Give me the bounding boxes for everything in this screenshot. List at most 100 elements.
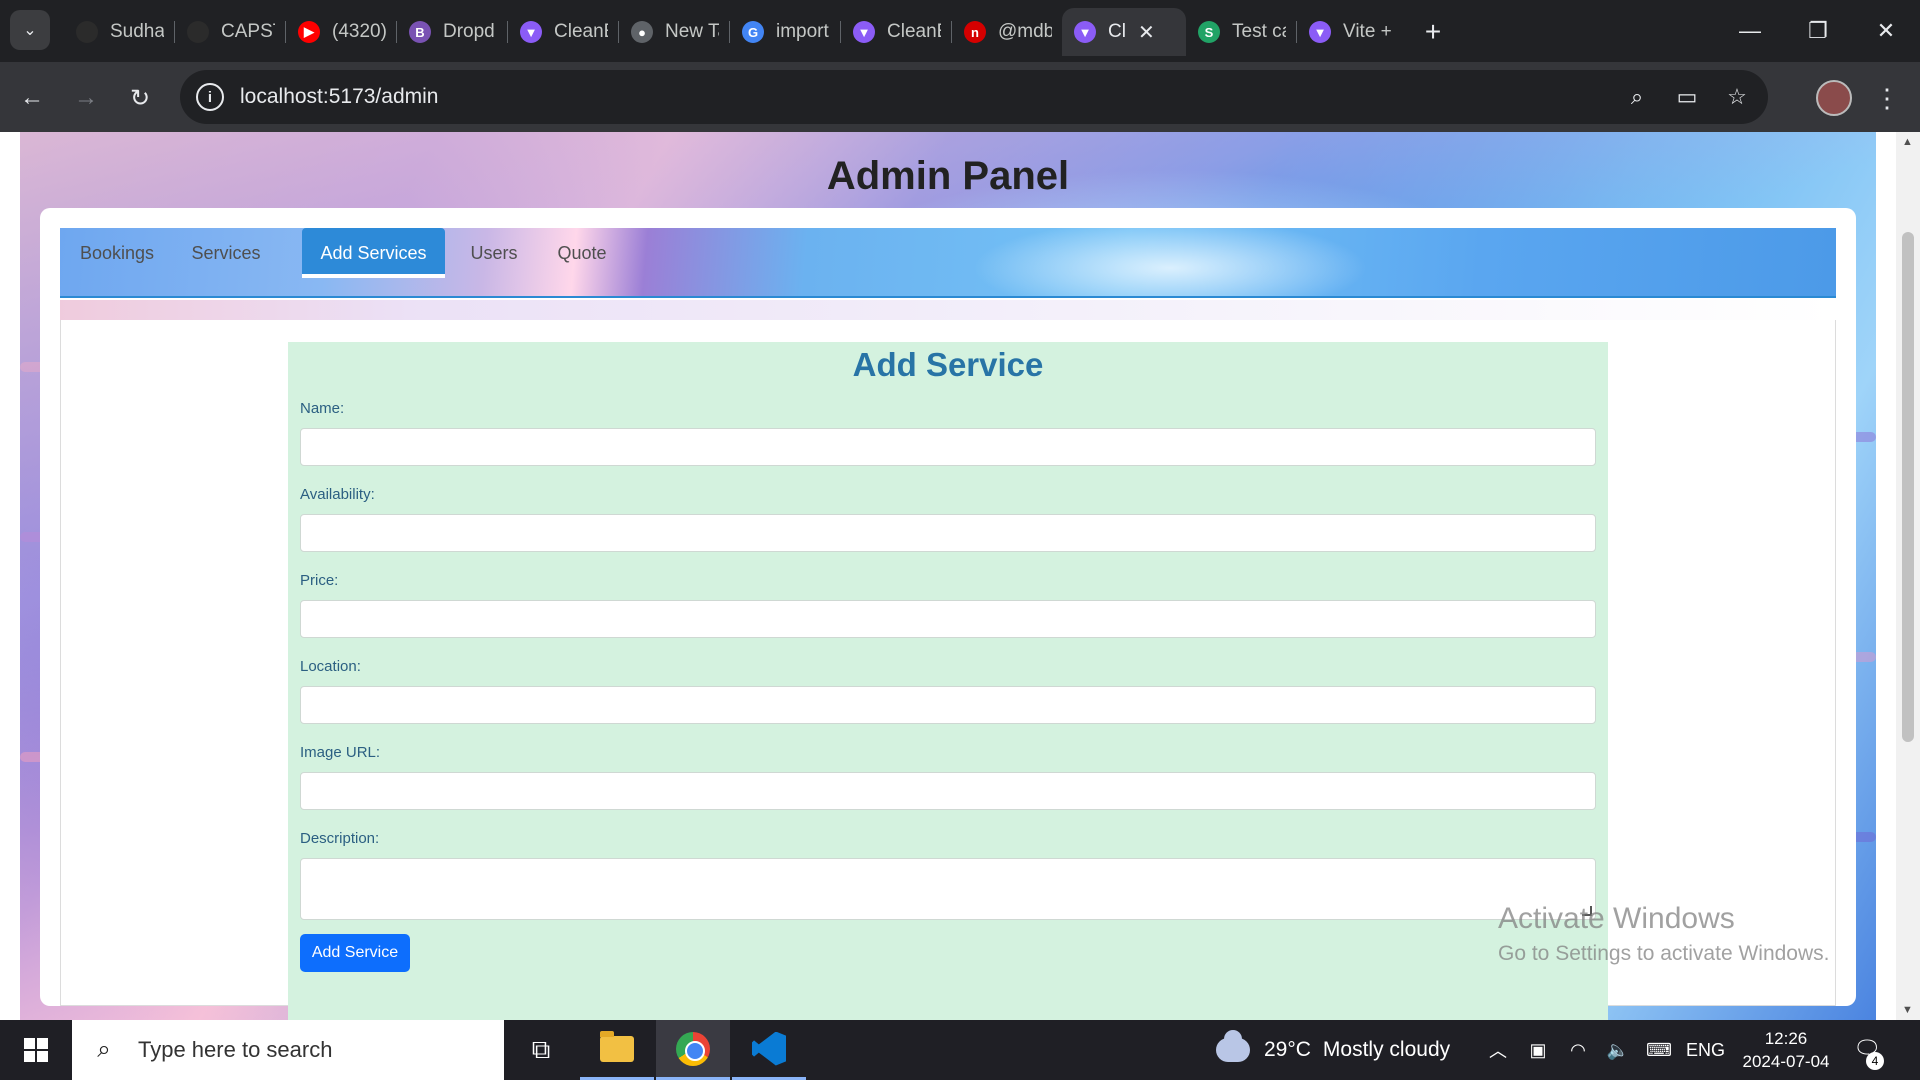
page-viewport: Admin Panel Bookings Services Add Servic…	[0, 132, 1896, 1020]
tab-title: CAPST	[221, 21, 275, 42]
tab-title: Test ca	[1232, 21, 1286, 42]
tab-title: CleanE	[887, 21, 941, 42]
page-scrollbar[interactable]: ▲ ▼	[1896, 132, 1920, 1020]
browser-tab[interactable]: ▼ CleanE	[508, 8, 618, 56]
address-url[interactable]: localhost:5173/admin	[240, 85, 438, 109]
browser-tab[interactable]: Gimport	[730, 8, 840, 56]
tab-title: import	[776, 21, 829, 42]
browser-tab[interactable]: ▼ Cl ✕	[1062, 8, 1186, 56]
site-info-icon[interactable]: i	[196, 83, 224, 111]
notification-count-badge: 4	[1866, 1052, 1884, 1070]
language-indicator[interactable]: ENG	[1686, 1040, 1725, 1061]
description-textarea[interactable]	[300, 858, 1596, 920]
description-label: Description:	[300, 830, 380, 847]
address-bar[interactable]: i localhost:5173/admin ⌕ ▭ ☆	[180, 70, 1768, 124]
tab-strip-shadow	[60, 300, 1836, 320]
task-view-button[interactable]: ⧉	[504, 1020, 578, 1080]
chrome-taskbar-button[interactable]	[656, 1020, 730, 1080]
tab-title: (4320)	[332, 21, 386, 42]
taskbar-search-placeholder: Type here to search	[138, 1037, 333, 1062]
vite-icon: ▼	[853, 21, 875, 43]
close-window-button[interactable]: ✕	[1852, 0, 1920, 62]
google-icon: G	[742, 21, 764, 43]
browser-tab[interactable]: ▼ Vite +	[1297, 8, 1403, 56]
tab-services[interactable]: Services	[174, 228, 278, 296]
tab-title: Sudha	[110, 21, 164, 42]
payment-card-icon[interactable]: ▭	[1670, 80, 1704, 114]
tab-title: @mdb	[998, 21, 1052, 42]
back-button[interactable]: ←	[12, 78, 52, 118]
new-tab-button[interactable]: +	[1413, 12, 1453, 52]
tab-bookings[interactable]: Bookings	[60, 228, 174, 296]
browser-tab[interactable]: S Test ca	[1186, 8, 1296, 56]
vite-icon: ▼	[520, 21, 542, 43]
price-input[interactable]	[300, 600, 1596, 638]
close-tab-icon[interactable]: ✕	[1138, 20, 1155, 45]
tab-quote[interactable]: Quote	[537, 228, 627, 296]
minimize-button[interactable]: —	[1716, 0, 1784, 62]
volume-icon[interactable]: 🔈	[1606, 1040, 1630, 1061]
weather-temperature: 29°C	[1264, 1038, 1311, 1061]
tab-add-services[interactable]: Add Services	[302, 228, 445, 278]
mdb-icon: n	[964, 21, 986, 43]
browser-tab[interactable]: ● New Ta	[619, 8, 729, 56]
youtube-icon: ▶	[298, 21, 320, 43]
tab-strip: Sudha CAPST ▶ (4320) B Dropd ▼ CleanE ● New Ta Gim…	[64, 8, 1453, 56]
scroll-thumb[interactable]	[1902, 232, 1914, 742]
name-label: Name:	[300, 400, 345, 417]
show-hidden-icons-icon[interactable]: ︿	[1486, 1037, 1510, 1063]
browser-tab[interactable]: CAPST	[175, 8, 285, 56]
windows-logo-icon	[24, 1038, 48, 1062]
tab-search-button[interactable]: ⌄	[10, 10, 50, 50]
form-heading: Add Service	[852, 346, 1044, 383]
browser-tab[interactable]: B Dropd	[397, 8, 507, 56]
availability-input[interactable]	[300, 514, 1596, 552]
name-input[interactable]	[300, 428, 1596, 466]
wifi-icon[interactable]: ◠	[1566, 1040, 1590, 1061]
keyboard-icon[interactable]: ⌨	[1646, 1040, 1672, 1061]
vite-icon: ▼	[1074, 21, 1096, 43]
cloud-icon	[1216, 1030, 1250, 1062]
scroll-down-arrow-icon[interactable]: ▼	[1902, 1004, 1913, 1016]
task-view-icon: ⧉	[531, 1034, 551, 1064]
browser-tab[interactable]: ▶ (4320)	[286, 8, 396, 56]
taskbar-search-box[interactable]: ⌕ Type here to search	[72, 1020, 504, 1080]
back-arrow-icon: ←	[20, 84, 44, 111]
taskbar-clock[interactable]: 12:26 2024-07-04	[1736, 1027, 1836, 1073]
bootstrap-icon: B	[409, 21, 431, 43]
browser-tab[interactable]: Sudha	[64, 8, 174, 56]
bookmark-star-icon[interactable]: ☆	[1720, 80, 1754, 114]
location-input[interactable]	[300, 686, 1596, 724]
vscode-taskbar-button[interactable]	[732, 1020, 806, 1080]
image-url-input[interactable]	[300, 772, 1596, 810]
vite-icon: ▼	[1309, 21, 1331, 43]
battery-icon[interactable]: ▣	[1526, 1040, 1550, 1061]
browser-toolbar: ← → ↻ i localhost:5173/admin ⌕ ▭ ☆ ⋮	[0, 62, 1920, 132]
price-label: Price:	[300, 572, 339, 589]
browser-tab[interactable]: ▼ CleanE	[841, 8, 951, 56]
weather-widget[interactable]: 29°C Mostly cloudy	[1216, 1020, 1450, 1080]
forward-button[interactable]: →	[66, 78, 106, 118]
profile-avatar[interactable]	[1816, 80, 1852, 116]
browser-tab[interactable]: n @mdb	[952, 8, 1062, 56]
clock-time: 12:26	[1764, 1029, 1808, 1048]
restore-button[interactable]: ❐	[1784, 0, 1852, 62]
browser-tab-bar: ⌄ Sudha CAPST ▶ (4320) B Dropd ▼ CleanE ● New Ta G…	[0, 0, 1920, 62]
file-explorer-button[interactable]	[580, 1020, 654, 1080]
browser-menu-icon[interactable]: ⋮	[1872, 78, 1902, 118]
github-icon	[187, 21, 209, 43]
watermark-title: Activate Windows	[1498, 902, 1735, 935]
sheets-icon: S	[1198, 21, 1220, 43]
tab-title: New Ta	[665, 21, 719, 42]
scroll-up-arrow-icon[interactable]: ▲	[1902, 136, 1913, 148]
page-title: Admin Panel	[826, 154, 1070, 198]
start-button[interactable]	[0, 1020, 72, 1080]
weather-condition: Mostly cloudy	[1322, 1038, 1451, 1061]
zoom-icon[interactable]: ⌕	[1620, 80, 1654, 114]
windows-taskbar: ⌕ Type here to search ⧉ 29°C Mostly clou…	[0, 1020, 1920, 1080]
reload-button[interactable]: ↻	[120, 78, 160, 118]
tab-title: Dropd	[443, 21, 495, 42]
forward-arrow-icon: →	[74, 84, 98, 111]
add-service-button[interactable]: Add Service	[300, 934, 410, 972]
tab-users[interactable]: Users	[451, 228, 537, 296]
